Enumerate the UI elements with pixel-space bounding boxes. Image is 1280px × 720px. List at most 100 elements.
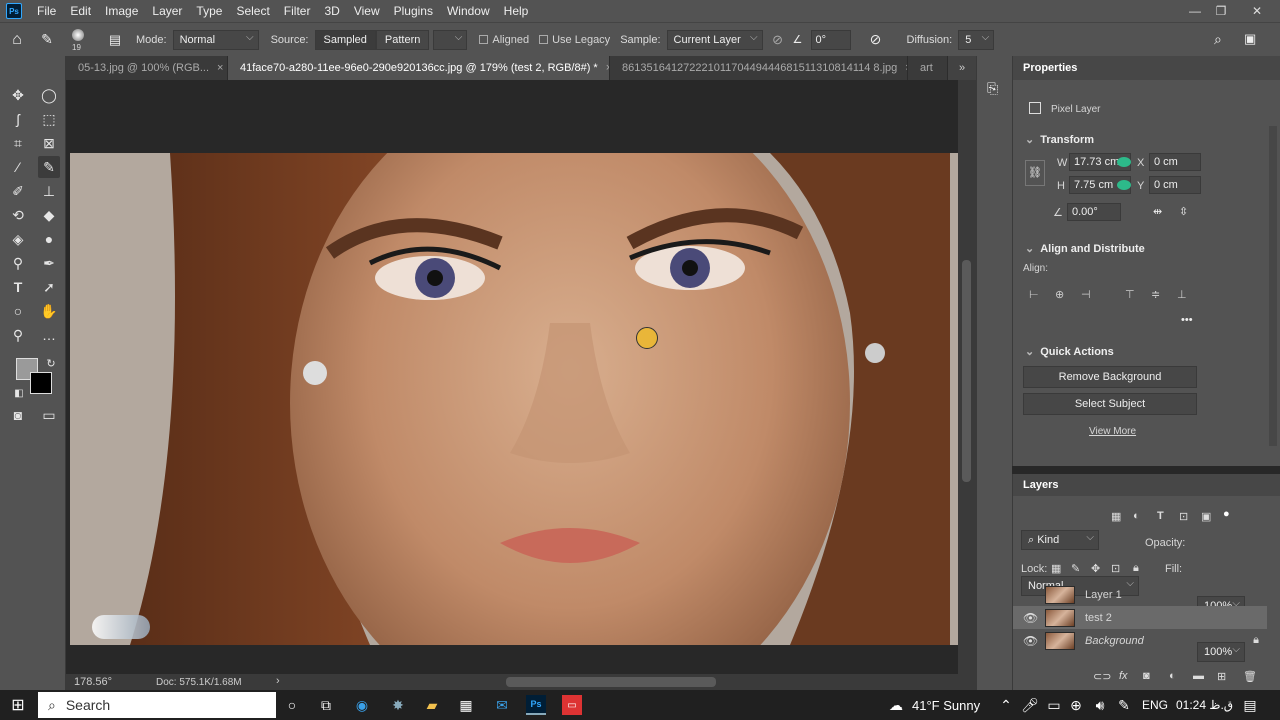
view-more-link[interactable]: View More	[1089, 426, 1136, 437]
menu-select[interactable]: Select	[229, 0, 276, 22]
transform-section-header[interactable]: Transform	[1025, 133, 1094, 146]
more-options-icon[interactable]: •••	[1181, 314, 1193, 326]
mail-icon[interactable]: ✉	[492, 695, 512, 715]
brush-tool-icon[interactable]: ✐	[7, 180, 29, 202]
tab-active-document[interactable]: 41face70-a280-11ee-96e0-290e920136cc.jpg…	[228, 56, 610, 80]
pen-icon[interactable]: ✎	[1114, 695, 1134, 715]
tab-861351[interactable]: 8613516412722210117044944468151131081411…	[610, 56, 908, 80]
layer-row[interactable]: Layer 1	[1013, 583, 1267, 606]
aligned-checkbox[interactable]: Aligned	[479, 34, 529, 46]
align-bottom-icon[interactable]: ⊥	[1177, 288, 1187, 301]
status-expand-icon[interactable]: ›	[276, 675, 280, 687]
filter-adjustment-icon[interactable]: ◐	[1133, 510, 1140, 522]
menu-image[interactable]: Image	[98, 0, 145, 22]
filter-toggle-icon[interactable]: ●	[1223, 508, 1230, 520]
menu-3d[interactable]: 3D	[317, 0, 346, 22]
add-mask-icon[interactable]: ◙	[1143, 670, 1150, 682]
dodge-tool-icon[interactable]: ⚲	[7, 252, 29, 274]
edge-icon[interactable]: ◉	[352, 695, 372, 715]
screen-mode-icon[interactable]: ▭	[38, 404, 60, 426]
menu-view[interactable]: View	[347, 0, 387, 22]
adjustment-layer-icon[interactable]: ◐	[1169, 670, 1176, 682]
recorder-icon[interactable]: ▭	[562, 695, 582, 715]
move-tool-icon[interactable]: ✥	[7, 84, 29, 106]
more-tabs-icon[interactable]: »	[948, 56, 976, 80]
brush-settings-icon[interactable]: ▤	[100, 32, 130, 48]
filter-type-icon[interactable]: T	[1157, 510, 1164, 522]
globe-icon[interactable]: ⊕	[1066, 695, 1086, 715]
brush-preset-picker[interactable]: 19	[60, 25, 100, 55]
quick-selection-tool-icon[interactable]: ⬚	[38, 108, 60, 130]
history-panel-icon[interactable]: ⎘	[987, 80, 998, 97]
eye-icon[interactable]: 👁︎	[1023, 611, 1039, 625]
menu-window[interactable]: Window	[440, 0, 497, 22]
hand-tool-icon[interactable]: ✋	[38, 300, 60, 322]
notification-icon[interactable]: ▤	[1240, 695, 1260, 715]
menu-layer[interactable]: Layer	[145, 0, 189, 22]
ellipse-tool-icon[interactable]: ○	[7, 300, 29, 322]
marquee-tool-icon[interactable]: ◯	[38, 84, 60, 106]
lock-all-icon[interactable]: 🔒︎	[1133, 562, 1139, 575]
layer-name[interactable]: test 2	[1085, 612, 1112, 624]
align-left-icon[interactable]: ⊢	[1029, 288, 1039, 301]
quick-actions-header[interactable]: Quick Actions	[1025, 345, 1114, 358]
photoshop-taskbar-icon[interactable]: Ps	[526, 695, 546, 715]
frame-tool-icon[interactable]: ⊠	[38, 132, 60, 154]
horizontal-scroll-thumb[interactable]	[506, 677, 716, 687]
lock-transparent-icon[interactable]: ▦	[1051, 562, 1061, 575]
close-icon[interactable]: ✕	[1242, 0, 1272, 22]
filter-shape-icon[interactable]: ⊡	[1179, 510, 1188, 523]
crop-tool-icon[interactable]: ⌗	[7, 132, 29, 154]
tray-expand-icon[interactable]: ⌃	[996, 695, 1016, 715]
new-layer-icon[interactable]: ⊞	[1217, 670, 1226, 683]
lock-position-icon[interactable]: ✥	[1091, 562, 1100, 575]
file-explorer-icon[interactable]: ▰	[422, 695, 442, 715]
vertical-scroll-thumb[interactable]	[962, 260, 971, 482]
flip-vertical-icon[interactable]: ⇳	[1179, 205, 1188, 218]
type-tool-icon[interactable]: T	[7, 276, 29, 298]
portrait-photo[interactable]	[70, 153, 958, 645]
flip-horizontal-icon[interactable]: ⇹	[1153, 205, 1162, 218]
workspace-icon[interactable]: ▣	[1244, 31, 1256, 47]
ignore-adjustment-icon[interactable]: ⊘	[763, 32, 793, 48]
sample-select[interactable]: Current Layer	[666, 29, 763, 50]
y-field[interactable]: 0 cm	[1149, 176, 1201, 194]
default-colors-icon[interactable]: ◧	[8, 382, 30, 404]
menu-type[interactable]: Type	[189, 0, 229, 22]
filter-smart-object-icon[interactable]: ▣	[1201, 510, 1211, 523]
eyedropper-tool-icon[interactable]: ⁄	[7, 156, 29, 178]
pressure-size-icon[interactable]: ⊘	[851, 31, 901, 48]
restore-icon[interactable]: ❐	[1206, 0, 1236, 22]
weather-text[interactable]: 41°F Sunny	[912, 698, 980, 713]
app-icon[interactable]: ✸	[388, 695, 408, 715]
x-field[interactable]: 0 cm	[1149, 153, 1201, 171]
vertical-scrollbar[interactable]	[958, 80, 976, 674]
healing-brush-tool-icon[interactable]: ✎	[34, 31, 60, 48]
network-icon[interactable]: ▭	[1044, 695, 1064, 715]
more-tools-icon[interactable]: …	[38, 324, 60, 346]
layer-name[interactable]: Layer 1	[1085, 589, 1122, 601]
search-icon[interactable]: ⌕	[1214, 31, 1222, 48]
store-icon[interactable]: ▦	[456, 695, 476, 715]
eye-icon[interactable]: 👁︎	[1023, 634, 1039, 648]
paint-bucket-tool-icon[interactable]: ◈	[7, 228, 29, 250]
layer-row[interactable]: 👁︎ test 2	[1013, 606, 1267, 629]
clone-stamp-tool-icon[interactable]: ⊥	[38, 180, 60, 202]
quick-mask-icon[interactable]: ◙	[7, 404, 29, 426]
use-legacy-checkbox[interactable]: Use Legacy	[539, 34, 610, 46]
history-brush-tool-icon[interactable]: ⟲	[7, 204, 29, 226]
link-icon[interactable]: ⛓	[1025, 160, 1045, 186]
mode-select[interactable]: Normal	[172, 29, 259, 50]
canvas-area[interactable]	[66, 80, 958, 674]
filter-kind-select[interactable]: ⌕ Kind	[1021, 529, 1099, 550]
align-center-icon[interactable]: ⊕	[1055, 288, 1064, 301]
menu-file[interactable]: File	[30, 0, 63, 22]
windows-start-icon[interactable]: ⊞	[8, 695, 28, 715]
cortana-icon[interactable]: ○	[282, 695, 302, 715]
microphone-icon[interactable]: 🎤︎	[1020, 695, 1040, 715]
layer-name[interactable]: Background	[1085, 635, 1144, 647]
angle-input[interactable]: 0°	[810, 29, 851, 50]
path-selection-tool-icon[interactable]: ➚	[38, 276, 60, 298]
clock[interactable]: 01:24 ق.ظ	[1176, 698, 1233, 712]
volume-icon[interactable]: 🔊︎	[1090, 695, 1110, 715]
